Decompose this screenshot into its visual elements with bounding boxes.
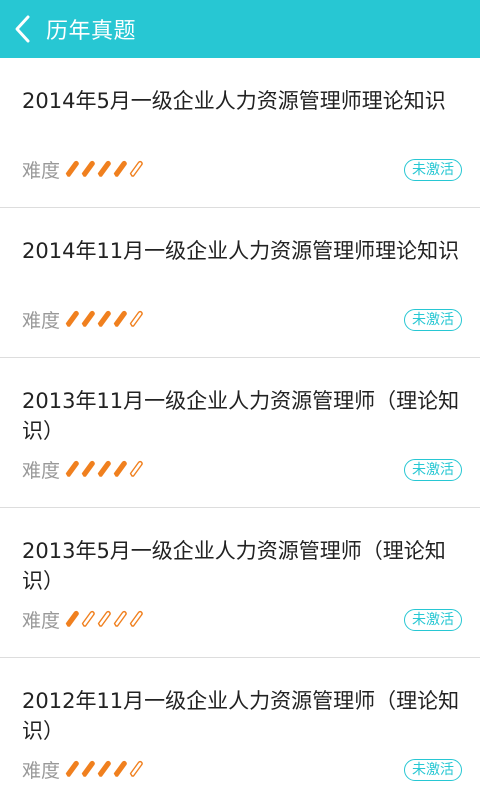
pencil-outline-icon xyxy=(97,610,111,627)
status-badge: 未激活 xyxy=(404,609,462,631)
difficulty-row: 难度 xyxy=(22,307,144,332)
pencil-filled-icon xyxy=(65,610,79,627)
chevron-left-icon[interactable] xyxy=(6,0,40,58)
pencil-filled-icon xyxy=(113,460,127,477)
pencil-filled-icon xyxy=(113,310,127,327)
pencil-filled-icon xyxy=(65,760,79,777)
status-badge: 未激活 xyxy=(404,309,462,331)
pencil-outline-icon xyxy=(129,310,143,327)
difficulty-rating xyxy=(64,310,144,328)
difficulty-row: 难度 xyxy=(22,157,144,182)
pencil-outline-icon xyxy=(81,610,95,627)
pencil-filled-icon xyxy=(65,160,79,177)
pencil-filled-icon xyxy=(97,760,111,777)
difficulty-row: 难度 xyxy=(22,607,144,632)
pencil-filled-icon xyxy=(97,460,111,477)
difficulty-label: 难度 xyxy=(22,759,61,782)
list-item[interactable]: 2013年5月一级企业人力资源管理师（理论知识） 难度 未激活 xyxy=(0,508,480,658)
list-item[interactable]: 2014年5月一级企业人力资源管理师理论知识 难度 未激活 xyxy=(0,58,480,208)
difficulty-row: 难度 xyxy=(22,757,144,782)
pencil-filled-icon xyxy=(65,460,79,477)
difficulty-rating xyxy=(64,460,144,478)
difficulty-rating xyxy=(64,160,144,178)
pencil-filled-icon xyxy=(81,160,95,177)
item-title: 2013年11月一级企业人力资源管理师（理论知识） xyxy=(22,389,460,443)
pencil-filled-icon xyxy=(81,310,95,327)
pencil-filled-icon xyxy=(113,160,127,177)
difficulty-label: 难度 xyxy=(22,459,61,482)
exam-list: 2014年5月一级企业人力资源管理师理论知识 难度 未激活 2014年11月一级… xyxy=(0,58,480,800)
item-title: 2014年11月一级企业人力资源管理师理论知识 xyxy=(22,239,460,263)
difficulty-row: 难度 xyxy=(22,457,144,482)
difficulty-label: 难度 xyxy=(22,159,61,182)
pencil-filled-icon xyxy=(81,760,95,777)
status-badge: 未激活 xyxy=(404,159,462,181)
pencil-filled-icon xyxy=(81,460,95,477)
list-item[interactable]: 2013年11月一级企业人力资源管理师（理论知识） 难度 未激活 xyxy=(0,358,480,508)
pencil-filled-icon xyxy=(97,160,111,177)
item-title: 2012年11月一级企业人力资源管理师（理论知识） xyxy=(22,689,460,743)
pencil-filled-icon xyxy=(113,760,127,777)
status-badge: 未激活 xyxy=(404,759,462,781)
difficulty-rating xyxy=(64,610,144,628)
pencil-outline-icon xyxy=(113,610,127,627)
status-badge: 未激活 xyxy=(404,459,462,481)
pencil-outline-icon xyxy=(129,760,143,777)
pencil-filled-icon xyxy=(97,310,111,327)
list-item[interactable]: 2014年11月一级企业人力资源管理师理论知识 难度 未激活 xyxy=(0,208,480,358)
page-title: 历年真题 xyxy=(46,19,137,44)
difficulty-label: 难度 xyxy=(22,609,61,632)
pencil-outline-icon xyxy=(129,160,143,177)
app-header: 历年真题 xyxy=(0,0,480,58)
item-title: 2013年5月一级企业人力资源管理师（理论知识） xyxy=(22,539,446,593)
pencil-outline-icon xyxy=(129,610,143,627)
difficulty-label: 难度 xyxy=(22,309,61,332)
list-item[interactable]: 2012年11月一级企业人力资源管理师（理论知识） 难度 未激活 xyxy=(0,658,480,808)
difficulty-rating xyxy=(64,760,144,778)
pencil-filled-icon xyxy=(65,310,79,327)
item-title: 2014年5月一级企业人力资源管理师理论知识 xyxy=(22,89,446,113)
pencil-outline-icon xyxy=(129,460,143,477)
